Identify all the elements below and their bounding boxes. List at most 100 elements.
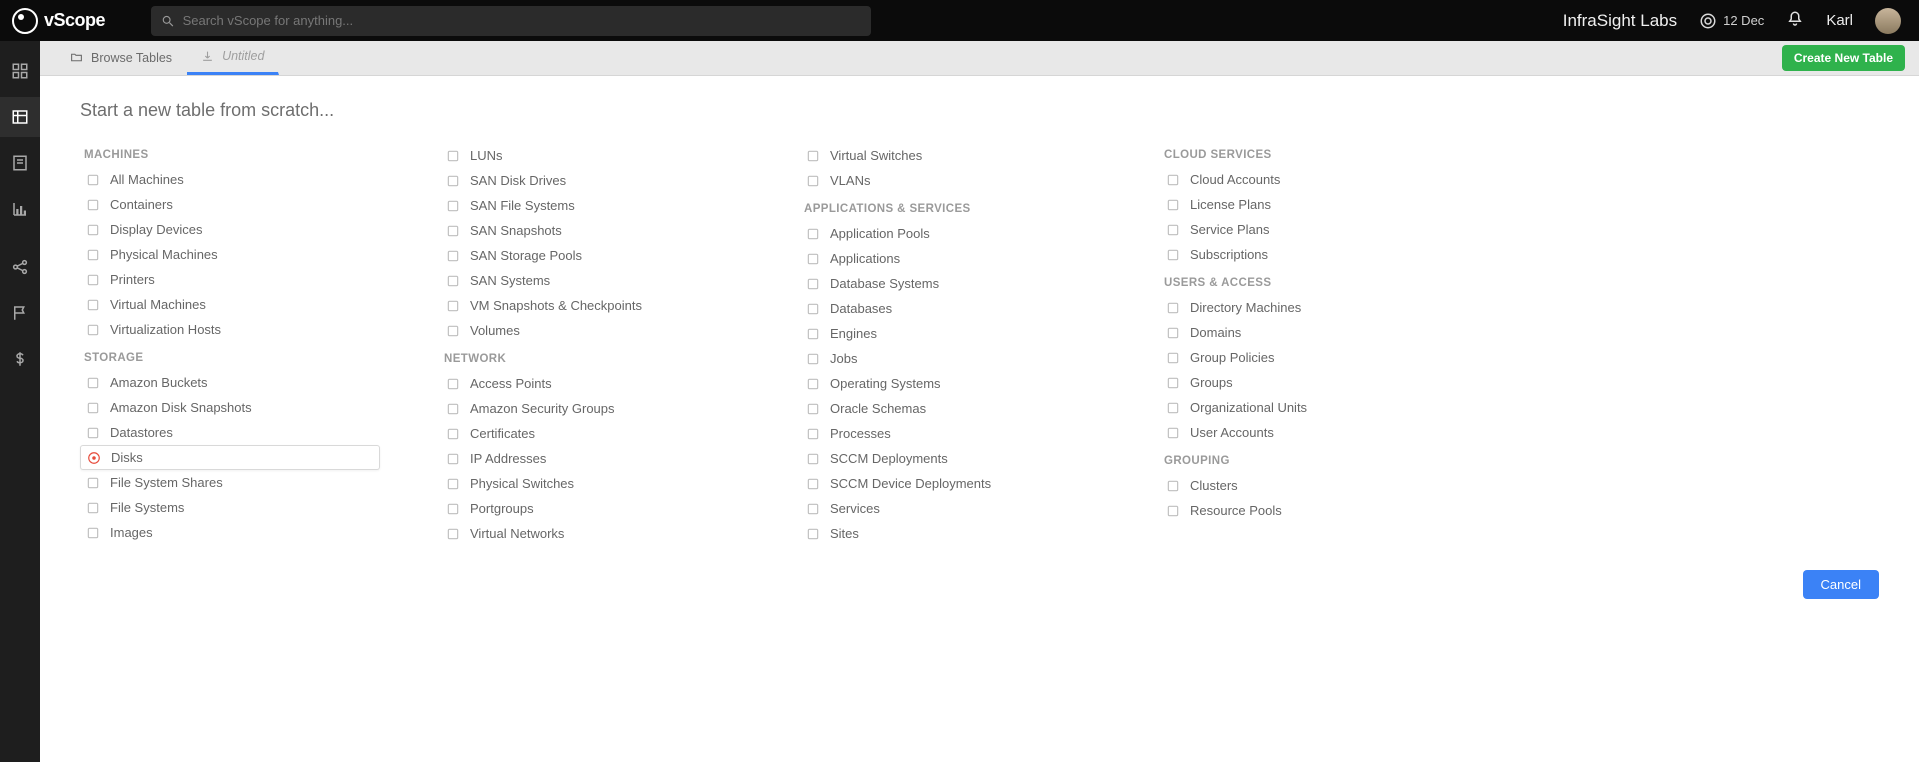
resource-type-item[interactable]: Volumes — [440, 318, 740, 343]
page-title: Start a new table from scratch... — [80, 100, 1879, 121]
date-indicator[interactable]: 12 Dec — [1699, 12, 1764, 30]
resource-type-item[interactable]: LUNs — [440, 143, 740, 168]
resource-type-item[interactable]: Directory Machines — [1160, 295, 1460, 320]
resource-type-item[interactable]: IP Addresses — [440, 446, 740, 471]
resource-icon — [1166, 301, 1180, 315]
resource-type-item[interactable]: Cloud Accounts — [1160, 167, 1460, 192]
resource-type-item[interactable]: Virtualization Hosts — [80, 317, 380, 342]
resource-type-item[interactable]: SAN Systems — [440, 268, 740, 293]
resource-type-item[interactable]: Processes — [800, 421, 1100, 446]
tab-untitled[interactable]: Untitled — [187, 40, 279, 75]
resource-type-item[interactable]: Physical Switches — [440, 471, 740, 496]
resource-type-item[interactable]: Organizational Units — [1160, 395, 1460, 420]
resource-type-item[interactable]: Datastores — [80, 420, 380, 445]
resource-type-item[interactable]: User Accounts — [1160, 420, 1460, 445]
resource-type-item[interactable]: Virtual Networks — [440, 521, 740, 546]
avatar[interactable] — [1875, 8, 1901, 34]
resource-type-item[interactable]: Amazon Disk Snapshots — [80, 395, 380, 420]
resource-type-item[interactable]: SCCM Deployments — [800, 446, 1100, 471]
resource-type-item[interactable]: Certificates — [440, 421, 740, 446]
rail-item-flags[interactable] — [0, 293, 40, 333]
resource-type-item[interactable]: SCCM Device Deployments — [800, 471, 1100, 496]
resource-type-item[interactable]: License Plans — [1160, 192, 1460, 217]
resource-type-item[interactable]: Jobs — [800, 346, 1100, 371]
resource-type-item[interactable]: File Systems — [80, 495, 380, 520]
resource-type-item[interactable]: SAN File Systems — [440, 193, 740, 218]
resource-type-item[interactable]: Display Devices — [80, 217, 380, 242]
resource-type-item[interactable]: VM Snapshots & Checkpoints — [440, 293, 740, 318]
resource-icon — [86, 223, 100, 237]
resource-type-item[interactable]: Application Pools — [800, 221, 1100, 246]
resource-type-label: Images — [110, 525, 153, 540]
resource-type-item[interactable]: SAN Snapshots — [440, 218, 740, 243]
search-icon — [161, 14, 175, 28]
resource-type-item[interactable]: Disks — [80, 445, 380, 470]
search-field[interactable] — [151, 6, 871, 36]
resource-type-label: Volumes — [470, 323, 520, 338]
resource-type-item[interactable]: Clusters — [1160, 473, 1460, 498]
resource-type-label: VM Snapshots & Checkpoints — [470, 298, 642, 313]
resource-type-label: SCCM Deployments — [830, 451, 948, 466]
bell-icon — [1786, 10, 1804, 28]
rail-item-tables[interactable] — [0, 97, 40, 137]
resource-type-item[interactable]: Resource Pools — [1160, 498, 1460, 523]
resource-icon — [86, 298, 100, 312]
rail-item-billing[interactable] — [0, 339, 40, 379]
create-new-table-button[interactable]: Create New Table — [1782, 45, 1905, 71]
resource-icon — [806, 377, 820, 391]
resource-type-item[interactable]: Groups — [1160, 370, 1460, 395]
resource-type-item[interactable]: Amazon Security Groups — [440, 396, 740, 421]
resource-type-item[interactable]: SAN Storage Pools — [440, 243, 740, 268]
resource-icon — [86, 248, 100, 262]
resource-icon — [86, 501, 100, 515]
resource-type-item[interactable]: All Machines — [80, 167, 380, 192]
logo-text: vScope — [44, 10, 105, 31]
resource-type-item[interactable]: Oracle Schemas — [800, 396, 1100, 421]
resource-type-item[interactable]: Domains — [1160, 320, 1460, 345]
tab-browse-tables[interactable]: Browse Tables — [56, 40, 187, 75]
rail-item-dashboard[interactable] — [0, 51, 40, 91]
resource-type-item[interactable]: Engines — [800, 321, 1100, 346]
resource-icon — [1166, 401, 1180, 415]
resource-type-item[interactable]: VLANs — [800, 168, 1100, 193]
resource-icon — [446, 377, 460, 391]
cancel-button[interactable]: Cancel — [1803, 570, 1879, 599]
rail-item-reports[interactable] — [0, 189, 40, 229]
resource-icon — [806, 252, 820, 266]
tab-untitled-label: Untitled — [222, 49, 264, 63]
resource-type-item[interactable]: Containers — [80, 192, 380, 217]
resource-type-item[interactable]: Physical Machines — [80, 242, 380, 267]
resource-type-item[interactable]: Service Plans — [1160, 217, 1460, 242]
resource-type-item[interactable]: Database Systems — [800, 271, 1100, 296]
resource-type-item[interactable]: File System Shares — [80, 470, 380, 495]
resource-type-item[interactable]: Printers — [80, 267, 380, 292]
user-name[interactable]: Karl — [1826, 12, 1853, 29]
resource-type-label: Virtual Networks — [470, 526, 564, 541]
resource-type-item[interactable]: Applications — [800, 246, 1100, 271]
notifications-button[interactable] — [1786, 10, 1804, 31]
resource-type-item[interactable]: SAN Disk Drives — [440, 168, 740, 193]
resource-icon — [806, 402, 820, 416]
logo[interactable]: vScope — [6, 8, 111, 34]
resource-type-item[interactable]: Group Policies — [1160, 345, 1460, 370]
resource-type-item[interactable]: Images — [80, 520, 380, 545]
resource-type-item[interactable]: Sites — [800, 521, 1100, 546]
resource-type-item[interactable]: Operating Systems — [800, 371, 1100, 396]
search-input[interactable] — [183, 13, 861, 28]
resource-type-item[interactable]: Virtual Machines — [80, 292, 380, 317]
new-table-panel: Start a new table from scratch... MACHIN… — [40, 76, 1919, 762]
topbar-right: InfraSight Labs 12 Dec Karl — [1563, 8, 1913, 34]
resource-type-item[interactable]: Virtual Switches — [800, 143, 1100, 168]
rail-item-notes[interactable] — [0, 143, 40, 183]
resource-type-item[interactable]: Portgroups — [440, 496, 740, 521]
resource-icon — [446, 274, 460, 288]
resource-type-item[interactable]: Services — [800, 496, 1100, 521]
resource-type-item[interactable]: Access Points — [440, 371, 740, 396]
resource-type-item[interactable]: Amazon Buckets — [80, 370, 380, 395]
section-title: USERS & ACCESS — [1164, 277, 1460, 289]
resource-icon — [446, 452, 460, 466]
rail-item-share[interactable] — [0, 247, 40, 287]
resource-type-item[interactable]: Databases — [800, 296, 1100, 321]
resource-icon — [1166, 376, 1180, 390]
resource-type-item[interactable]: Subscriptions — [1160, 242, 1460, 267]
